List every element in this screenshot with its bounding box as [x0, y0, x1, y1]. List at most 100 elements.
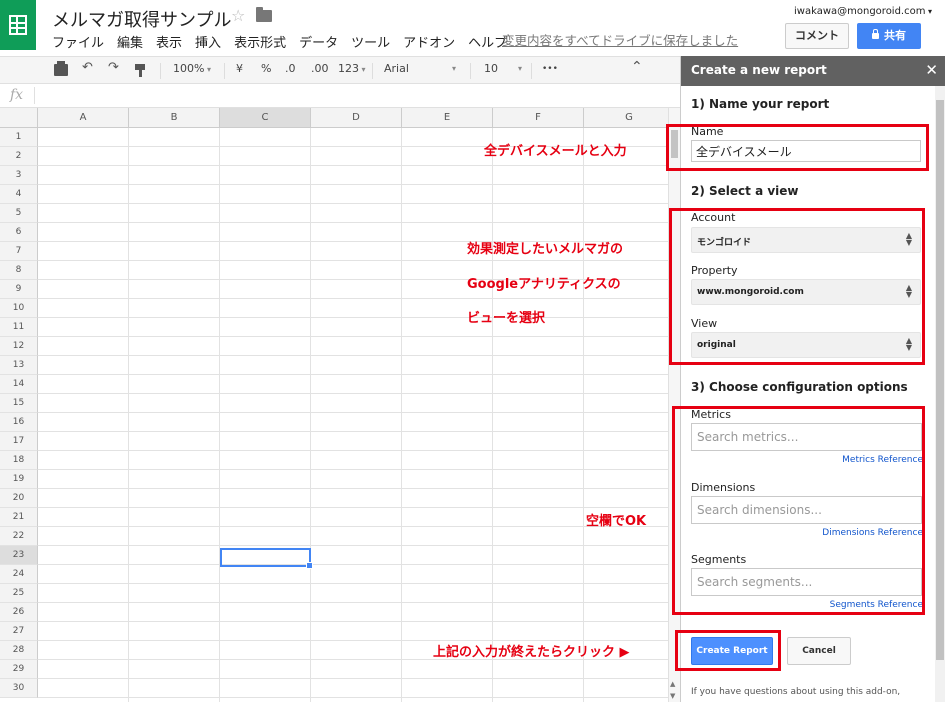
- select-all-corner[interactable]: [0, 108, 38, 128]
- row-header[interactable]: 4: [0, 185, 38, 204]
- menu-file[interactable]: ファイル: [52, 32, 104, 51]
- increase-decimal-button[interactable]: .00: [311, 62, 329, 75]
- column-header[interactable]: E: [402, 108, 493, 128]
- menu-addons[interactable]: アドオン: [403, 32, 455, 51]
- toolbar-divider: [470, 63, 471, 79]
- row-header[interactable]: 15: [0, 394, 38, 413]
- user-account-menu[interactable]: iwakawa@mongoroid.com: [794, 6, 932, 17]
- row-header[interactable]: 6: [0, 223, 38, 242]
- menu-tools[interactable]: ツール: [351, 32, 390, 51]
- sheets-logo-icon[interactable]: [0, 0, 36, 50]
- row-header[interactable]: 2: [0, 147, 38, 166]
- menu-bar: ファイル 編集 表示 挿入 表示形式 データ ツール アドオン ヘルプ: [52, 32, 520, 51]
- more-options-icon[interactable]: •••: [542, 64, 558, 74]
- font-select[interactable]: Arial: [384, 62, 409, 75]
- decrease-decimal-button[interactable]: .0: [285, 62, 296, 75]
- annotation-name: 全デバイスメールと入力: [484, 144, 627, 159]
- row-header[interactable]: 17: [0, 432, 38, 451]
- zoom-select[interactable]: 100%: [173, 62, 211, 75]
- column-header[interactable]: F: [493, 108, 584, 128]
- menu-view[interactable]: 表示: [156, 32, 182, 51]
- font-size-select[interactable]: 10: [484, 62, 498, 75]
- row-header[interactable]: 22: [0, 527, 38, 546]
- percent-format-button[interactable]: %: [261, 62, 271, 75]
- spreadsheet-grid[interactable]: ABCDEFG 1 2 3 4 5 6 7 8 9 10 11 12 13 14 15 16 17 18 19 20 2…: [0, 108, 668, 702]
- row-header[interactable]: 26: [0, 603, 38, 622]
- row-header[interactable]: 20: [0, 489, 38, 508]
- sidebar-header: Create a new report ✕: [681, 56, 945, 86]
- arrow-down-icon[interactable]: ▼: [670, 692, 675, 700]
- share-button[interactable]: 共有: [857, 23, 921, 49]
- toolbar-divider: [531, 63, 532, 79]
- annotation-view-1: 効果測定したいメルマガの: [467, 242, 624, 257]
- row-header[interactable]: 14: [0, 375, 38, 394]
- font-size-dropdown-icon[interactable]: ▾: [518, 64, 522, 73]
- row-header[interactable]: 28: [0, 641, 38, 660]
- paint-format-icon[interactable]: [135, 64, 145, 77]
- row-header[interactable]: 9: [0, 280, 38, 299]
- row-header[interactable]: 8: [0, 261, 38, 280]
- row-header[interactable]: 3: [0, 166, 38, 185]
- row-header[interactable]: 27: [0, 622, 38, 641]
- highlight-name-box: [666, 124, 929, 171]
- row-header[interactable]: 25: [0, 584, 38, 603]
- row-header[interactable]: 18: [0, 451, 38, 470]
- share-label: 共有: [884, 29, 906, 42]
- row-header[interactable]: 21: [0, 508, 38, 527]
- column-header[interactable]: C: [220, 108, 311, 128]
- folder-icon[interactable]: [256, 7, 272, 22]
- row-header[interactable]: 5: [0, 204, 38, 223]
- sidebar-title: Create a new report: [691, 63, 827, 77]
- sidebar-scrollbar[interactable]: [935, 86, 945, 702]
- column-header[interactable]: A: [38, 108, 129, 128]
- redo-icon[interactable]: ↷: [108, 60, 119, 75]
- cancel-button[interactable]: Cancel: [787, 637, 851, 665]
- selected-cell[interactable]: [220, 548, 313, 569]
- column-header[interactable]: D: [311, 108, 402, 128]
- print-icon[interactable]: [54, 61, 68, 76]
- row-header[interactable]: 24: [0, 565, 38, 584]
- annotation-blank: 空欄でOK: [586, 514, 647, 529]
- menu-edit[interactable]: 編集: [117, 32, 143, 51]
- app-header: メルマガ取得サンプル ☆ ファイル 編集 表示 挿入 表示形式 データ ツール …: [0, 0, 945, 56]
- arrow-up-icon[interactable]: ▲: [670, 680, 675, 688]
- row-header[interactable]: 1: [0, 128, 38, 147]
- document-title[interactable]: メルマガ取得サンプル: [52, 6, 231, 32]
- row-header[interactable]: 29: [0, 660, 38, 679]
- toolbar-divider: [372, 63, 373, 79]
- section-config-heading: 3) Choose configuration options: [691, 380, 908, 394]
- row-header[interactable]: 7: [0, 242, 38, 261]
- cells[interactable]: [38, 128, 668, 702]
- sidebar-scrollbar-thumb[interactable]: [936, 100, 944, 660]
- save-status-link[interactable]: 変更内容をすべてドライブに保存しました: [502, 30, 738, 49]
- formula-bar[interactable]: fx: [0, 84, 680, 108]
- menu-format[interactable]: 表示形式: [234, 32, 286, 51]
- undo-icon[interactable]: ↶: [82, 60, 93, 75]
- menu-insert[interactable]: 挿入: [195, 32, 221, 51]
- row-header[interactable]: 19: [0, 470, 38, 489]
- row-header[interactable]: 13: [0, 356, 38, 375]
- column-header[interactable]: B: [129, 108, 220, 128]
- star-icon[interactable]: ☆: [231, 6, 245, 25]
- comment-button[interactable]: コメント: [785, 23, 849, 49]
- annotation-click: 上記の入力が終えたらクリック ▶: [433, 641, 630, 660]
- row-header[interactable]: 11: [0, 318, 38, 337]
- row-header[interactable]: 10: [0, 299, 38, 318]
- formula-divider: [34, 87, 35, 104]
- column-header[interactable]: G: [584, 108, 668, 128]
- help-text: If you have questions about using this a…: [691, 687, 901, 697]
- chevron-up-icon[interactable]: ⌃: [631, 59, 643, 75]
- toolbar-divider: [224, 63, 225, 79]
- row-header[interactable]: 16: [0, 413, 38, 432]
- row-header[interactable]: 23: [0, 546, 38, 565]
- close-icon[interactable]: ✕: [925, 61, 938, 79]
- row-header[interactable]: 12: [0, 337, 38, 356]
- number-format-select[interactable]: 123: [338, 62, 366, 75]
- lock-icon: [872, 29, 879, 39]
- menu-data[interactable]: データ: [299, 32, 338, 51]
- row-header[interactable]: 30: [0, 679, 38, 698]
- annotation-view-3: ビューを選択: [467, 311, 546, 326]
- currency-format-button[interactable]: ¥: [236, 62, 243, 75]
- section-name-heading: 1) Name your report: [691, 97, 830, 111]
- font-dropdown-icon[interactable]: ▾: [452, 64, 456, 73]
